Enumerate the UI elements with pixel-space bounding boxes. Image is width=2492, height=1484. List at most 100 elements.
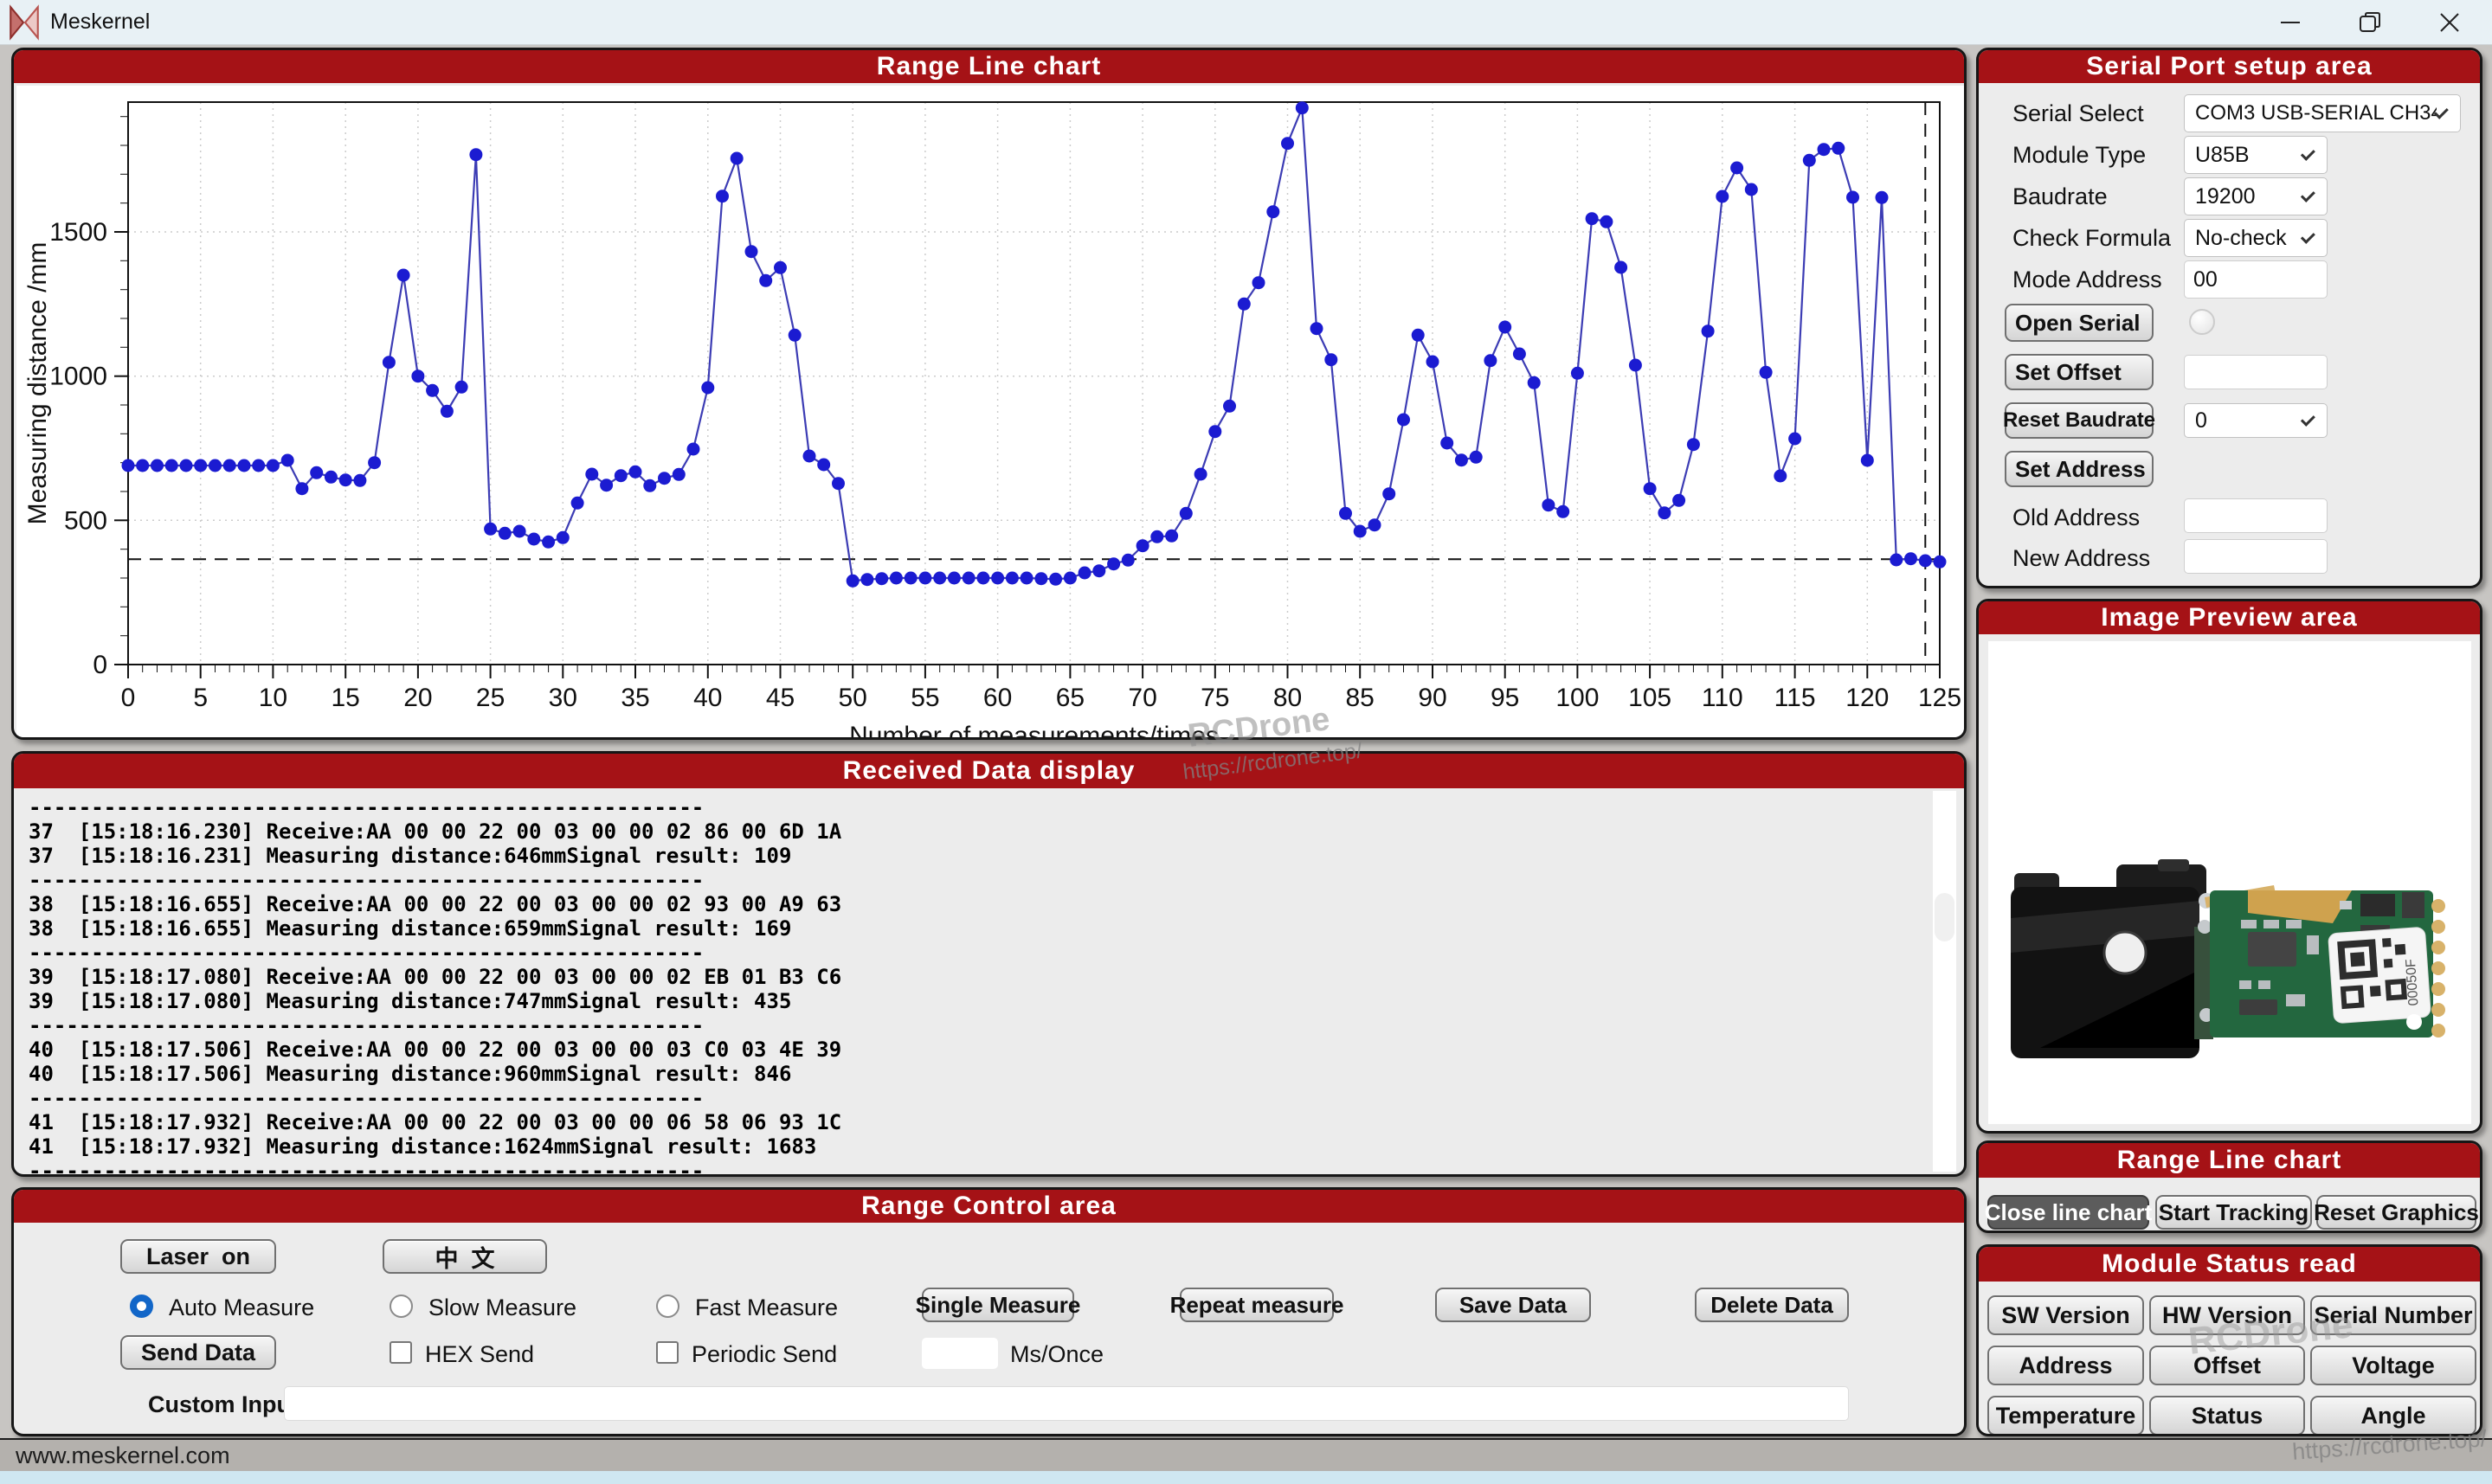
mode-address-input[interactable] xyxy=(2184,260,2328,299)
svg-text:115: 115 xyxy=(1774,684,1816,712)
module-status-temperature-button[interactable]: Temperature xyxy=(1987,1396,2144,1436)
reset-graphics-button[interactable]: Reset Graphics xyxy=(2316,1195,2476,1230)
log-scrollbar-thumb[interactable] xyxy=(1935,893,1954,941)
log-line: ----------------------------------------… xyxy=(16,1086,1961,1110)
baudrate-label: Baudrate xyxy=(2012,183,2108,210)
svg-text:1000: 1000 xyxy=(49,363,107,391)
log-line: ----------------------------------------… xyxy=(16,1013,1961,1038)
hex-send-label: HEX Send xyxy=(425,1341,534,1368)
ms-once-label: Ms/Once xyxy=(1010,1341,1104,1368)
svg-text:10: 10 xyxy=(259,684,287,712)
custom-input-field[interactable] xyxy=(284,1386,1849,1421)
log-line: 40 [15:18:17.506] Receive:AA 00 00 22 00… xyxy=(16,1038,1961,1062)
svg-text:95: 95 xyxy=(1491,684,1519,712)
hex-send-checkbox[interactable] xyxy=(390,1341,412,1364)
log-line: ----------------------------------------… xyxy=(16,941,1961,965)
received-data-display[interactable]: ----------------------------------------… xyxy=(16,791,1961,1172)
module-photo: 00050F xyxy=(1988,641,2471,1124)
log-line: 40 [15:18:17.506] Measuring distance:960… xyxy=(16,1062,1961,1086)
svg-text:15: 15 xyxy=(332,684,360,712)
module-status-voltage-button[interactable]: Voltage xyxy=(2310,1346,2476,1385)
control-panel-title: Range Control area xyxy=(14,1190,1964,1223)
svg-text:30: 30 xyxy=(549,684,577,712)
fast-measure-radio[interactable] xyxy=(656,1294,679,1318)
set-offset-button[interactable]: Set Offset xyxy=(2005,354,2154,390)
save-data-button[interactable]: Save Data xyxy=(1435,1288,1591,1322)
module-status-status-button[interactable]: Status xyxy=(2149,1396,2305,1436)
log-line: 38 [15:18:16.655] Measuring distance:659… xyxy=(16,916,1961,941)
old-address-label: Old Address xyxy=(2012,504,2140,531)
log-line: 37 [15:18:16.231] Measuring distance:646… xyxy=(16,844,1961,868)
module-status-panel-title: Module Status read xyxy=(1979,1247,2480,1282)
module-type-value: U85B xyxy=(2195,143,2250,168)
close-line-chart-button[interactable]: Close line chart xyxy=(1987,1195,2149,1230)
old-address-input[interactable] xyxy=(2184,498,2328,533)
range-chart-buttons-panel: Range Line chart Close line chartStart T… xyxy=(1976,1140,2482,1233)
log-scrollbar-track[interactable] xyxy=(1933,791,1956,1172)
module-status-angle-button[interactable]: Angle xyxy=(2310,1396,2476,1436)
module-status-panel: Module Status read SW VersionHW VersionS… xyxy=(1976,1244,2482,1436)
svg-text:0: 0 xyxy=(121,684,136,712)
status-bar-text: www.meskernel.com xyxy=(16,1442,230,1469)
maximize-button[interactable] xyxy=(2333,0,2407,44)
window-bottom-edge xyxy=(0,1471,2492,1484)
auto-measure-label: Auto Measure xyxy=(169,1294,314,1321)
periodic-send-checkbox[interactable] xyxy=(656,1341,679,1364)
log-line: 37 [15:18:16.230] Receive:AA 00 00 22 00… xyxy=(16,819,1961,844)
serial-status-lamp xyxy=(2189,309,2215,335)
svg-text:40: 40 xyxy=(693,684,722,712)
svg-text:65: 65 xyxy=(1056,684,1085,712)
laser-on-button[interactable]: Laser on xyxy=(120,1239,276,1274)
check-formula-dropdown[interactable]: No-check xyxy=(2184,219,2328,257)
baudrate-value: 19200 xyxy=(2195,184,2256,209)
svg-text:120: 120 xyxy=(1845,684,1889,712)
serial-select-label: Serial Select xyxy=(2012,100,2144,127)
svg-text:105: 105 xyxy=(1628,684,1671,712)
start-tracking-button[interactable]: Start Tracking xyxy=(2155,1195,2312,1230)
ms-once-input[interactable] xyxy=(922,1338,998,1369)
module-status-hw-version-button[interactable]: HW Version xyxy=(2149,1295,2305,1335)
log-line: ----------------------------------------… xyxy=(16,868,1961,892)
svg-text:1500: 1500 xyxy=(49,218,107,247)
open-serial-button[interactable]: Open Serial xyxy=(2005,304,2154,342)
svg-text:85: 85 xyxy=(1346,684,1375,712)
close-icon xyxy=(2437,10,2462,35)
titlebar: Meskernel xyxy=(0,0,2492,45)
range-control-panel: Range Control area Laser on 中 文 Auto Mea… xyxy=(11,1187,1967,1436)
send-data-button[interactable]: Send Data xyxy=(120,1335,276,1370)
delete-data-button[interactable]: Delete Data xyxy=(1695,1288,1849,1322)
svg-text:125: 125 xyxy=(1918,684,1961,712)
slow-measure-radio[interactable] xyxy=(390,1294,413,1318)
reset-baudrate-dropdown[interactable]: 0 xyxy=(2184,403,2328,438)
module-status-address-button[interactable]: Address xyxy=(1987,1346,2144,1385)
check-formula-label: Check Formula xyxy=(2012,225,2171,252)
serial-panel-title: Serial Port setup area xyxy=(1979,50,2480,83)
module-type-dropdown[interactable]: U85B xyxy=(2184,136,2328,174)
auto-measure-radio[interactable] xyxy=(130,1294,153,1318)
single-measure-button[interactable]: Single Measure xyxy=(922,1288,1074,1322)
module-status-sw-version-button[interactable]: SW Version xyxy=(1987,1295,2144,1335)
received-data-panel: Received Data display ------------------… xyxy=(11,751,1967,1177)
module-status-offset-button[interactable]: Offset xyxy=(2149,1346,2305,1385)
serial-select-dropdown[interactable]: COM3 USB-SERIAL CH34 xyxy=(2184,94,2461,132)
chinese-language-button[interactable]: 中 文 xyxy=(383,1239,547,1274)
log-line: 38 [15:18:16.655] Receive:AA 00 00 22 00… xyxy=(16,892,1961,916)
minimize-button[interactable] xyxy=(2253,0,2328,44)
close-button[interactable] xyxy=(2412,0,2487,44)
set-address-button[interactable]: Set Address xyxy=(2005,451,2154,487)
baudrate-dropdown[interactable]: 19200 xyxy=(2184,177,2328,215)
new-address-input[interactable] xyxy=(2184,539,2328,574)
app-window: Meskernel Range Line chart 0510152025303… xyxy=(0,0,2492,1484)
fast-measure-label: Fast Measure xyxy=(695,1294,838,1321)
measurement-line-chart: 0510152025303540455055606570758085909510… xyxy=(16,86,1961,735)
offset-input[interactable] xyxy=(2184,355,2328,389)
serial-port-panel: Serial Port setup area Serial Select COM… xyxy=(1976,48,2482,588)
svg-text:70: 70 xyxy=(1128,684,1156,712)
repeat-measure-button[interactable]: Repeat measure xyxy=(1180,1288,1334,1322)
image-panel-title: Image Preview area xyxy=(1979,601,2480,634)
module-status-serial-number-button[interactable]: Serial Number xyxy=(2310,1295,2476,1335)
reset-baudrate-button[interactable]: Reset Baudrate xyxy=(2005,402,2154,439)
svg-text:110: 110 xyxy=(1702,684,1743,712)
chart-area: 0510152025303540455055606570758085909510… xyxy=(16,86,1961,735)
mode-address-label: Mode Address xyxy=(2012,267,2162,293)
